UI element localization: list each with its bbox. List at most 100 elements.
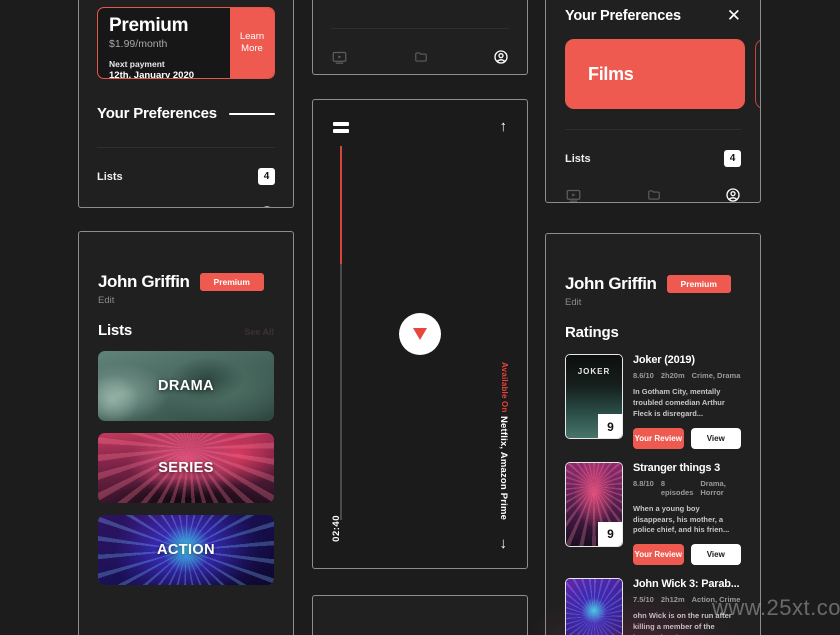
preferences-underline (228, 112, 275, 115)
profile-header: John Griffin Premium (565, 274, 741, 294)
arrow-up-icon[interactable]: ↑ (500, 118, 508, 135)
learn-more-line1: Learn (239, 31, 265, 43)
next-payment-label: Next payment (109, 59, 165, 69)
movie-title: Stranger things 3 (633, 461, 721, 474)
panel-preferences: Your Preferences ✕ Films Lists 4 (545, 0, 761, 203)
video-library-icon[interactable] (97, 206, 114, 208)
movie-duration: 2h12m (660, 595, 685, 605)
panel-bottom-center (312, 595, 528, 635)
video-library-icon[interactable] (565, 188, 582, 203)
lists-row[interactable]: Lists 4 (97, 168, 275, 185)
edit-profile-link[interactable]: Edit (98, 295, 274, 306)
movie-title: Joker (2019) (633, 354, 695, 366)
available-on-label: Available On (500, 362, 509, 413)
arrow-down-icon[interactable]: ↓ (500, 535, 508, 552)
close-icon[interactable]: ✕ (727, 7, 741, 24)
account-circle-icon[interactable] (259, 205, 275, 207)
ratings-section-title: Ratings (565, 324, 619, 341)
movie-description: ohn Wick is on the run after killing a m… (633, 611, 732, 635)
lists-row[interactable]: Lists 4 (565, 150, 741, 167)
premium-card-info: Premium $1.99/month Next payment 12th, J… (98, 8, 230, 78)
chip-films-label: Films (588, 63, 634, 84)
movie-duration: 2h20m (660, 371, 685, 380)
movie-meta: 8.6/10 2h20m Crime, Drama (633, 371, 741, 380)
movie-rating: 8.6/10 (633, 371, 654, 380)
movie-title: John Wick 3: Parab... (633, 578, 740, 591)
learn-more-button[interactable]: Learn More (230, 8, 274, 78)
preferences-header: Your Preferences ✕ (565, 7, 741, 24)
profile-header: John Griffin Premium (98, 272, 274, 292)
movie-meta: 7.5/10 2h12m Action, Crime (633, 595, 741, 604)
premium-title: Premium (109, 15, 189, 36)
lists-count-badge: 4 (258, 168, 275, 185)
movie-duration: 8 episodes (660, 478, 694, 497)
movie-meta: 8.8/10 8 episodes Drama, Horror (633, 479, 741, 497)
bottom-tabbar (97, 205, 275, 208)
preferences-title: Your Preferences (565, 7, 681, 24)
poster-thumbnail[interactable]: 9 (565, 461, 623, 547)
hamburger-icon[interactable] (333, 122, 349, 136)
premium-subscription-card[interactable]: Premium $1.99/month Next payment 12th, J… (97, 7, 275, 79)
movie-genres: Action, Crime (691, 595, 741, 605)
profile-name: John Griffin (565, 274, 657, 293)
view-button[interactable]: View (690, 427, 741, 449)
divider (97, 147, 275, 148)
play-button[interactable] (399, 313, 441, 355)
folder-icon[interactable] (646, 188, 662, 202)
learn-more-line2: More (241, 43, 263, 54)
your-review-button[interactable]: Your Review (633, 544, 684, 566)
lists-section-title: Lists (98, 322, 133, 339)
poster-thumbnail[interactable] (565, 578, 623, 635)
poster-thumbnail[interactable]: 9 (565, 354, 623, 439)
movie-rating: 7.5/10 (633, 595, 654, 605)
rating-list-item[interactable]: John Wick 3: Parab... 7.5/10 2h12m Actio… (565, 578, 741, 635)
premium-badge[interactable]: Premium (666, 275, 731, 293)
bottom-tabbar (331, 49, 509, 70)
rating-list-item[interactable]: 9 Stranger things 3 8.8/10 8 episodes Dr… (565, 461, 741, 566)
preferences-header: Your Preferences (97, 105, 275, 122)
list-card-label: ACTION (157, 542, 215, 558)
account-circle-icon[interactable] (493, 49, 509, 70)
panel-ratings: John Griffin Premium Edit Ratings 9 Joke… (545, 233, 761, 635)
play-triangle-icon (413, 328, 427, 340)
premium-price: $1.99/month (109, 38, 168, 50)
list-card-drama[interactable]: DRAMA (98, 351, 274, 421)
account-circle-icon[interactable] (725, 187, 741, 202)
chip-films[interactable]: Films (565, 39, 745, 109)
next-payment-date: 12th, January 2020 (109, 70, 195, 79)
progress-fill (340, 146, 342, 264)
view-button[interactable]: View (690, 544, 741, 566)
movie-description: When a young boy disappears, his mother,… (633, 503, 730, 535)
video-library-icon[interactable] (331, 50, 348, 70)
premium-badge[interactable]: Premium (199, 273, 264, 291)
panel-subscription: Premium $1.99/month Next payment 12th, J… (78, 0, 294, 208)
see-all-link[interactable]: See All (244, 327, 274, 337)
available-on-value: Netflix, Amazon Prime (498, 415, 509, 520)
progress-track[interactable] (340, 146, 342, 520)
movie-genres: Drama, Horror (700, 478, 726, 497)
list-card-label: SERIES (158, 460, 214, 476)
ratings-section-header: Ratings (565, 324, 741, 341)
folder-icon[interactable] (179, 206, 195, 207)
chip-next[interactable] (755, 39, 760, 109)
lists-count-badge: 4 (724, 150, 741, 167)
edit-profile-link[interactable]: Edit (565, 297, 741, 308)
list-card-label: DRAMA (158, 378, 214, 394)
movie-rating: 8.8/10 (633, 478, 654, 488)
folder-icon[interactable] (413, 50, 429, 69)
available-on: Available On Netflix, Amazon Prime (498, 362, 509, 520)
player-surface[interactable]: ↑ 02:40 Available On Netflix, Amazon Pri… (313, 100, 527, 568)
list-card-action[interactable]: ACTION (98, 515, 274, 585)
list-card-series[interactable]: SERIES (98, 433, 274, 503)
panel-profile-lists: John Griffin Premium Edit Lists See All … (78, 231, 294, 635)
lists-section-header: Lists See All (98, 322, 274, 339)
bottom-tabbar (565, 187, 741, 203)
lists-label: Lists (565, 152, 591, 165)
movie-actions: Your Review View (633, 544, 741, 566)
your-review-button[interactable]: Your Review (633, 427, 684, 449)
screenshot-stage: Premium $1.99/month Next payment 12th, J… (0, 0, 840, 635)
preference-chips: Films (565, 39, 760, 109)
movie-description: In Gotham City, mentally troubled comedi… (633, 387, 725, 418)
john-wick-artwork (566, 579, 622, 635)
rating-list-item[interactable]: 9 Joker (2019) 8.6/10 2h20m Crime, Drama… (565, 354, 741, 449)
